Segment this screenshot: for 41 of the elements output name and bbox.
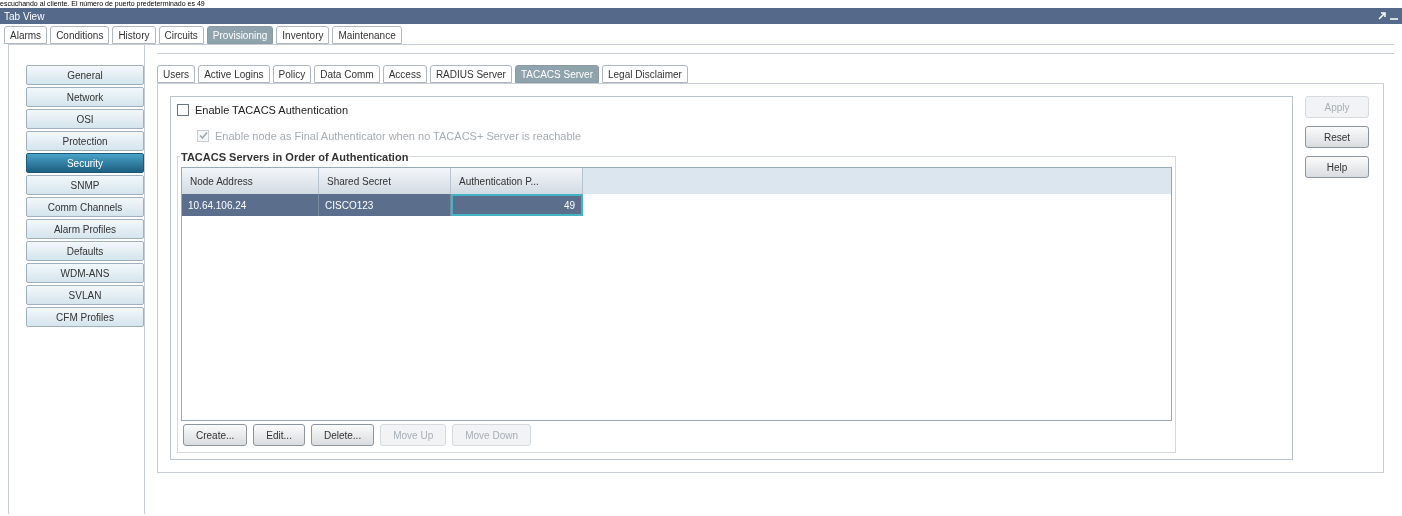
column-header[interactable]: Node Address <box>182 168 319 194</box>
sidebar-item[interactable]: Security <box>26 153 144 173</box>
button[interactable]: Edit... <box>253 424 305 446</box>
sidebar-item[interactable]: OSI <box>26 109 144 129</box>
sidebar-item[interactable]: Network <box>26 87 144 107</box>
sidebar-item[interactable]: Alarm Profiles <box>26 219 144 239</box>
tab[interactable]: Access <box>382 65 427 83</box>
button[interactable]: Reset <box>1305 126 1369 148</box>
sidebar-item[interactable]: CFM Profiles <box>26 307 144 327</box>
tab[interactable]: Users <box>157 65 196 83</box>
sidebar-item[interactable]: Defaults <box>26 241 144 261</box>
sidebar-item[interactable]: WDM-ANS <box>26 263 144 283</box>
undock-icon[interactable] <box>1378 12 1386 20</box>
sidebar-item[interactable]: Comm Channels <box>26 197 144 217</box>
table-cell: CISCO123 <box>319 194 451 216</box>
tab[interactable]: Data Comm <box>314 65 380 83</box>
tab[interactable]: Inventory <box>276 26 330 44</box>
checkbox[interactable] <box>177 104 189 117</box>
tab[interactable]: Conditions <box>50 26 110 44</box>
column-header[interactable]: Authentication P... <box>451 168 583 194</box>
tab[interactable]: History <box>112 26 156 44</box>
window-title: Tab View <box>4 9 45 24</box>
tab[interactable]: Policy <box>272 65 312 83</box>
tab[interactable]: RADIUS Server <box>429 65 512 83</box>
button[interactable]: Help <box>1305 156 1369 178</box>
checkbox-label: Enable node as Final Authenticator when no TACACS+ Server is reachable <box>215 128 582 144</box>
column-header[interactable]: Shared Secret <box>319 168 451 194</box>
sidebar-item[interactable]: SVLAN <box>26 285 144 305</box>
checkbox-label: Enable TACACS Authentication <box>195 103 349 118</box>
tab[interactable]: Circuits <box>158 26 204 44</box>
sidebar-item[interactable]: General <box>26 65 144 85</box>
sidebar-item[interactable]: Protection <box>26 131 144 151</box>
sidebar-item[interactable]: SNMP <box>26 175 144 195</box>
table-cell: 10.64.106.24 <box>182 194 319 216</box>
tab[interactable]: Maintenance <box>332 26 402 44</box>
tab[interactable]: Legal Disclaimer <box>601 65 688 83</box>
tab[interactable]: Active Logins <box>198 65 270 83</box>
button[interactable]: Delete... <box>310 424 375 446</box>
tab[interactable]: Alarms <box>4 26 48 44</box>
button[interactable]: Create... <box>183 424 248 446</box>
table-cell: 49 <box>451 194 583 216</box>
